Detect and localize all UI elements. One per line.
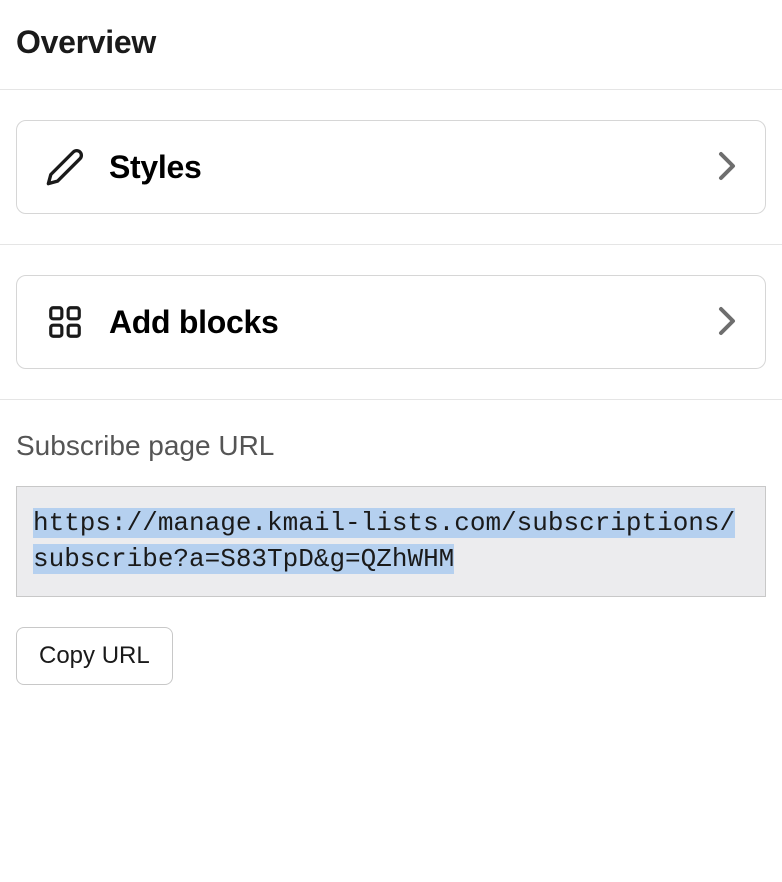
subscribe-section: Subscribe page URL https://manage.kmail-…: [0, 400, 782, 685]
page-title: Overview: [16, 24, 766, 61]
subscribe-url-box[interactable]: https://manage.kmail-lists.com/subscript…: [16, 486, 766, 597]
copy-url-button[interactable]: Copy URL: [16, 627, 173, 685]
chevron-right-icon: [717, 305, 737, 340]
add-blocks-label: Add blocks: [109, 304, 717, 341]
blocks-icon: [45, 302, 85, 342]
styles-button[interactable]: Styles: [16, 120, 766, 214]
subscribe-url-text: https://manage.kmail-lists.com/subscript…: [33, 508, 735, 574]
header: Overview: [0, 0, 782, 90]
styles-label: Styles: [109, 149, 717, 186]
subscribe-url-label: Subscribe page URL: [16, 430, 766, 462]
add-blocks-button[interactable]: Add blocks: [16, 275, 766, 369]
chevron-right-icon: [717, 150, 737, 185]
pencil-icon: [45, 147, 85, 187]
styles-section: Styles: [0, 90, 782, 245]
add-blocks-section: Add blocks: [0, 245, 782, 400]
